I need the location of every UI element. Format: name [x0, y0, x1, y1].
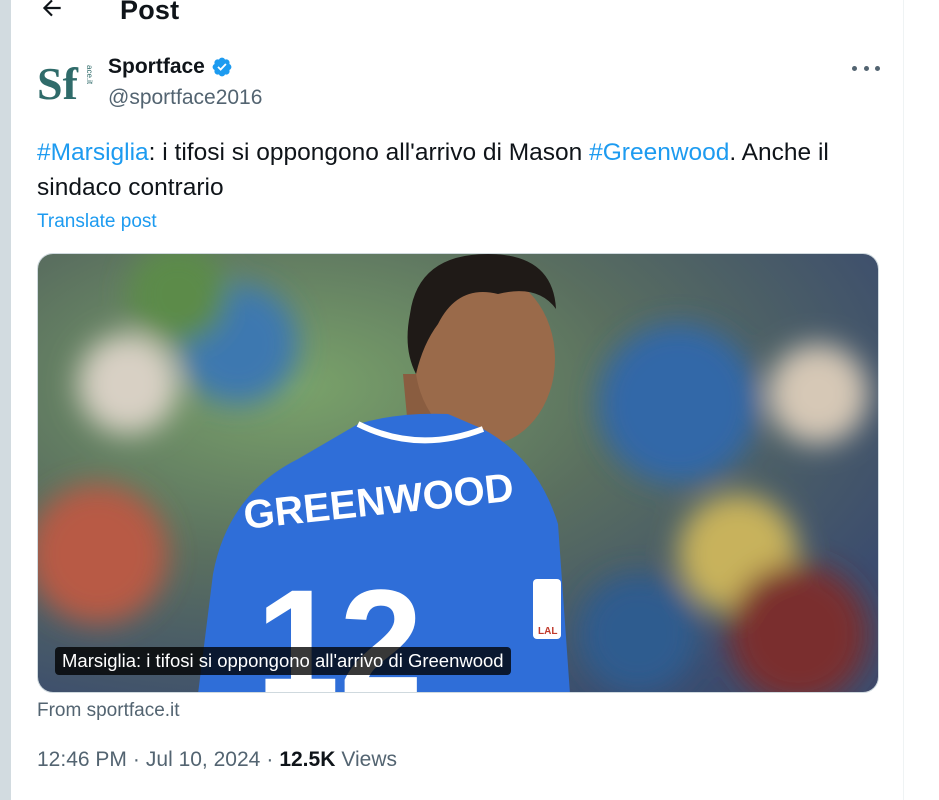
views-label: Views [341, 748, 398, 771]
svg-text:ace.it: ace.it [85, 65, 93, 85]
views-count[interactable]: 12.5K [279, 748, 335, 772]
post-date[interactable]: Jul 10, 2024 [146, 748, 260, 772]
arrow-left-icon [42, 0, 61, 17]
display-name[interactable]: Sportface [108, 55, 205, 79]
svg-text:Sf: Sf [37, 58, 79, 109]
tweet-text: #Marsiglia: i tifosi si oppongono all'ar… [37, 135, 887, 205]
hashtag-link[interactable]: #Marsiglia [37, 139, 149, 166]
tweet-text-segment: : i tifosi si oppongono all'arrivo di Ma… [148, 139, 590, 166]
page-title: Post [120, 0, 180, 25]
verified-badge-icon [212, 57, 232, 77]
author-handle[interactable]: @sportface2016 [108, 86, 262, 110]
post-time[interactable]: 12:46 PM [37, 748, 127, 772]
card-source-link[interactable]: From sportface.it [37, 700, 180, 722]
avatar[interactable]: Sf ace.it [37, 57, 94, 109]
author-name-row[interactable]: Sportface [108, 55, 233, 79]
translate-post-link[interactable]: Translate post [37, 211, 157, 233]
separator: · [266, 748, 274, 771]
right-column-divider [903, 0, 904, 800]
left-column-edge [0, 0, 11, 800]
player-photo: GREENWOOD 12 LAL [38, 254, 878, 692]
more-dot-icon [852, 65, 857, 71]
media-caption: Marsiglia: i tifosi si oppongono all'arr… [55, 647, 511, 675]
svg-text:LAL: LAL [538, 626, 557, 637]
more-dot-icon [875, 65, 880, 71]
media-card-image[interactable]: GREENWOOD 12 LAL [37, 253, 879, 693]
back-button[interactable] [38, 0, 66, 22]
tweet-metadata: 12:46 PM · Jul 10, 2024 · 12.5K Views [37, 748, 397, 772]
hashtag-link[interactable]: #Greenwood [589, 139, 729, 166]
more-dot-icon [863, 65, 869, 71]
separator: · [132, 748, 140, 771]
more-options-button[interactable] [852, 58, 880, 78]
